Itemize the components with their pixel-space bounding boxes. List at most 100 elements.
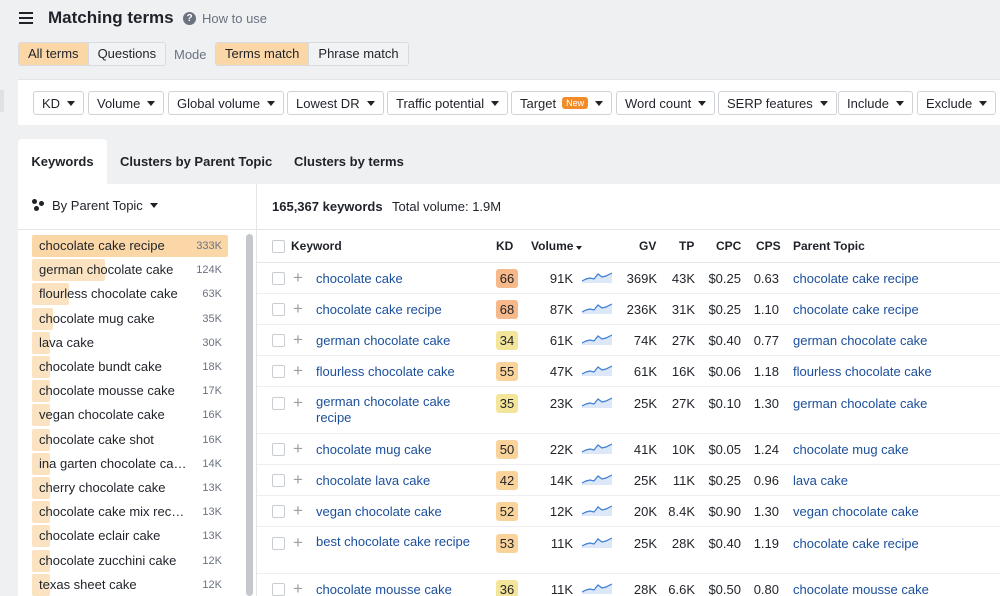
filter-serp-features[interactable]: SERP features [718, 91, 837, 115]
parent-topic-item[interactable]: chocolate cake recipe 333K [32, 235, 228, 257]
add-icon[interactable]: + [293, 362, 303, 379]
parent-topic-item[interactable]: chocolate eclair cake 13K [32, 525, 228, 548]
filter-global-volume[interactable]: Global volume [168, 91, 285, 115]
row-checkbox[interactable] [272, 334, 285, 347]
volume-trend-sparkline[interactable] [582, 469, 612, 485]
row-checkbox[interactable] [272, 443, 285, 456]
parent-topic-item[interactable]: chocolate bundt cake 18K [32, 356, 228, 378]
parent-topic-link[interactable]: german chocolate cake [793, 333, 927, 348]
all-terms-button[interactable]: All terms [19, 43, 89, 65]
tab-clusters-parent-topic[interactable]: Clusters by Parent Topic [120, 139, 272, 184]
parent-topic-item[interactable]: german chocolate cake 124K [32, 259, 228, 282]
filter-traffic-potential[interactable]: Traffic potential [387, 91, 509, 115]
menu-icon[interactable] [19, 12, 33, 24]
parent-topic-item[interactable]: vegan chocolate cake 16K [32, 404, 228, 427]
add-icon[interactable]: + [293, 300, 303, 317]
col-cpc[interactable]: CPC [716, 239, 741, 253]
parent-topic-list: chocolate cake recipe 333K german chocolat… [18, 229, 257, 596]
parent-topic-item[interactable]: ina garten chocolate cake 14K [32, 452, 228, 475]
filter-volume[interactable]: Volume [88, 91, 165, 115]
parent-topic-item[interactable]: lava cake 30K [32, 331, 228, 354]
cps-value: 1.10 [753, 302, 779, 317]
add-icon[interactable]: + [293, 331, 303, 348]
questions-button[interactable]: Questions [88, 43, 166, 65]
keyword-link[interactable]: german chocolate cake [316, 333, 481, 349]
row-checkbox[interactable] [272, 583, 285, 596]
add-icon[interactable]: + [293, 269, 303, 286]
parent-topic-item[interactable]: flourless chocolate cake 63K [32, 283, 228, 306]
filter-kd[interactable]: KD [33, 91, 85, 115]
filter-word-count[interactable]: Word count [616, 91, 716, 115]
keyword-link[interactable]: best chocolate cake recipe [316, 534, 481, 550]
row-checkbox[interactable] [272, 474, 285, 487]
col-volume-label: Volume [531, 239, 574, 253]
keyword-link[interactable]: chocolate cake [316, 271, 481, 287]
row-checkbox[interactable] [272, 397, 285, 410]
volume-trend-sparkline[interactable] [582, 392, 612, 408]
parent-topic-link[interactable]: german chocolate cake [793, 396, 927, 411]
group-by-dropdown[interactable]: By Parent Topic [32, 198, 158, 213]
volume-trend-sparkline[interactable] [582, 298, 612, 314]
parent-topic-link[interactable]: chocolate cake recipe [793, 271, 919, 286]
tab-clusters-terms[interactable]: Clusters by terms [294, 139, 404, 184]
add-icon[interactable]: + [293, 534, 303, 551]
col-volume[interactable]: Volume [531, 239, 583, 253]
row-checkbox[interactable] [272, 272, 285, 285]
keyword-link[interactable]: vegan chocolate cake [316, 504, 481, 520]
row-checkbox[interactable] [272, 537, 285, 550]
parent-topic-item[interactable]: chocolate zucchini cake 12K [32, 549, 228, 572]
tab-keywords[interactable]: Keywords [18, 139, 107, 184]
chevron-down-icon [67, 100, 76, 106]
volume-trend-sparkline[interactable] [582, 532, 612, 548]
parent-topic-link[interactable]: chocolate mug cake [793, 442, 909, 457]
row-checkbox[interactable] [272, 505, 285, 518]
volume-trend-sparkline[interactable] [582, 360, 612, 376]
parent-topic-link[interactable]: lava cake [793, 473, 848, 488]
row-checkbox[interactable] [272, 365, 285, 378]
select-all-checkbox[interactable] [272, 240, 285, 253]
parent-topic-item[interactable]: chocolate cake mix reci… 13K [32, 501, 228, 524]
keyword-link[interactable]: flourless chocolate cake [316, 364, 481, 380]
sidebar-scrollbar[interactable] [246, 234, 253, 596]
volume-trend-sparkline[interactable] [582, 329, 612, 345]
collapsed-panel-handle[interactable] [0, 90, 4, 112]
add-icon[interactable]: + [293, 471, 303, 488]
filter-include[interactable]: Include [838, 91, 913, 115]
row-checkbox[interactable] [272, 303, 285, 316]
filter-target[interactable]: Target New [511, 91, 613, 115]
volume-trend-sparkline[interactable] [582, 267, 612, 283]
parent-topic-link[interactable]: chocolate cake recipe [793, 536, 919, 551]
keyword-link[interactable]: chocolate cake recipe [316, 302, 481, 318]
terms-match-button[interactable]: Terms match [216, 43, 310, 65]
keyword-link[interactable]: chocolate mousse cake [316, 582, 481, 596]
col-tp[interactable]: TP [679, 239, 694, 253]
col-parent-topic[interactable]: Parent Topic [793, 239, 865, 253]
keyword-link[interactable]: german chocolate cake recipe [316, 394, 481, 426]
col-kd[interactable]: KD [496, 239, 513, 253]
filter-lowest-dr[interactable]: Lowest DR [287, 91, 384, 115]
keyword-link[interactable]: chocolate mug cake [316, 442, 481, 458]
parent-topic-link[interactable]: vegan chocolate cake [793, 504, 919, 519]
parent-topic-link[interactable]: chocolate cake recipe [793, 302, 919, 317]
keyword-link[interactable]: chocolate lava cake [316, 473, 481, 489]
add-icon[interactable]: + [293, 502, 303, 519]
col-keyword[interactable]: Keyword [291, 239, 342, 253]
parent-topic-item[interactable]: chocolate cake shot 16K [32, 428, 228, 451]
volume-trend-sparkline[interactable] [582, 438, 612, 454]
phrase-match-button[interactable]: Phrase match [309, 43, 408, 65]
volume-trend-sparkline[interactable] [582, 578, 612, 594]
volume-trend-sparkline[interactable] [582, 500, 612, 516]
parent-topic-link[interactable]: chocolate mousse cake [793, 582, 929, 596]
parent-topic-item[interactable]: texas sheet cake 12K [32, 573, 228, 596]
col-cps[interactable]: CPS [756, 239, 781, 253]
how-to-use-link[interactable]: ? How to use [183, 11, 267, 26]
col-gv[interactable]: GV [639, 239, 656, 253]
add-icon[interactable]: + [293, 440, 303, 457]
add-icon[interactable]: + [293, 394, 303, 411]
parent-topic-link[interactable]: flourless chocolate cake [793, 364, 932, 379]
add-icon[interactable]: + [293, 580, 303, 596]
parent-topic-item[interactable]: cherry chocolate cake 13K [32, 477, 228, 499]
parent-topic-item[interactable]: chocolate mousse cake 17K [32, 380, 228, 403]
parent-topic-item[interactable]: chocolate mug cake 35K [32, 307, 228, 330]
filter-exclude[interactable]: Exclude [917, 91, 997, 115]
